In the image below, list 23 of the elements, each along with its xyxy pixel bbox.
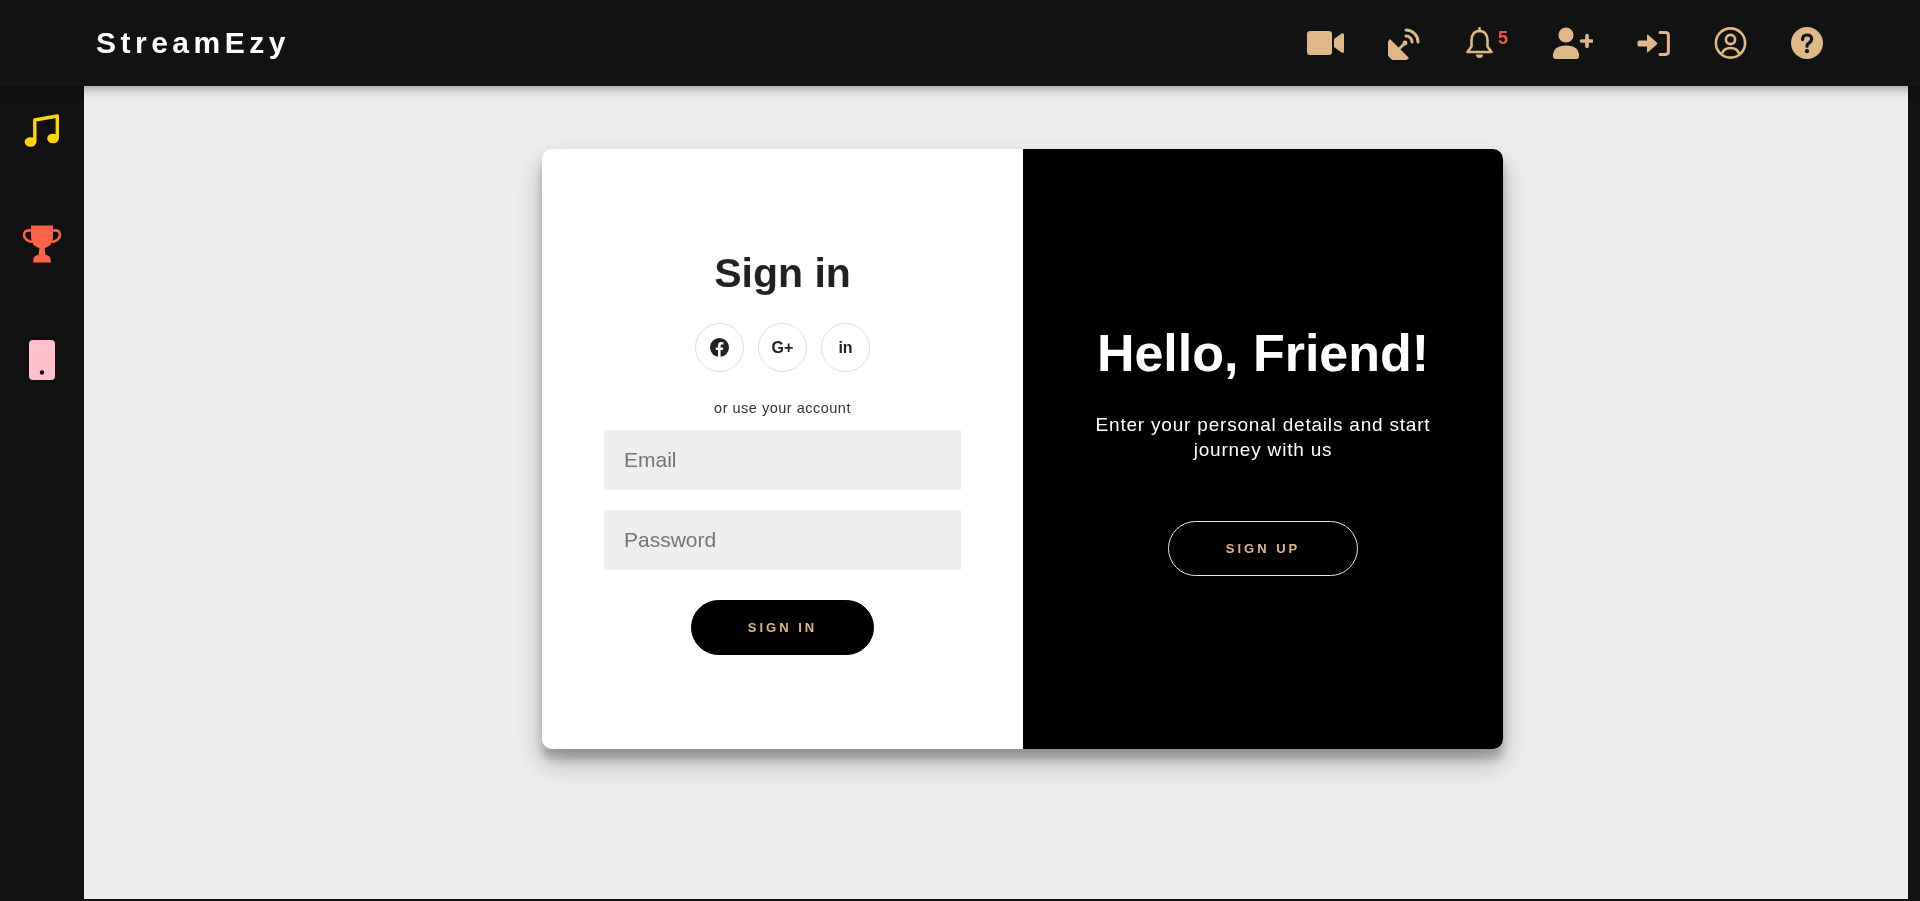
music-note-icon[interactable] [24,114,60,148]
enter-arrow-icon[interactable] [1637,30,1670,56]
facebook-icon [710,338,729,358]
mobile-phone-icon[interactable] [29,340,55,380]
satellite-dish-icon[interactable] [1388,26,1421,60]
social-login-button[interactable] [695,323,744,373]
brand-logo[interactable]: StreamEzy [96,25,290,61]
add-user-icon[interactable] [1552,27,1593,59]
sign-in-title: Sign in [714,248,851,298]
hint-text: or use your account [714,399,851,419]
social-login-button[interactable]: G+ [758,323,807,373]
bell-icon[interactable] [1465,27,1494,59]
sign-in-button[interactable]: SIGN IN [691,600,874,656]
password-field[interactable]: Password [604,510,961,571]
welcome-text: Enter your personal details and start journey with us [1094,413,1432,463]
social-login-button[interactable]: in [821,323,870,373]
welcome-title: Hello, Friend! [1096,322,1430,384]
email-field[interactable]: Email [604,430,961,491]
user-circle-icon[interactable] [1714,27,1747,59]
trophy-icon[interactable] [22,224,62,264]
help-icon[interactable] [1791,27,1823,59]
video-camera-icon[interactable] [1307,31,1344,55]
notification-count: 5 [1498,29,1508,47]
